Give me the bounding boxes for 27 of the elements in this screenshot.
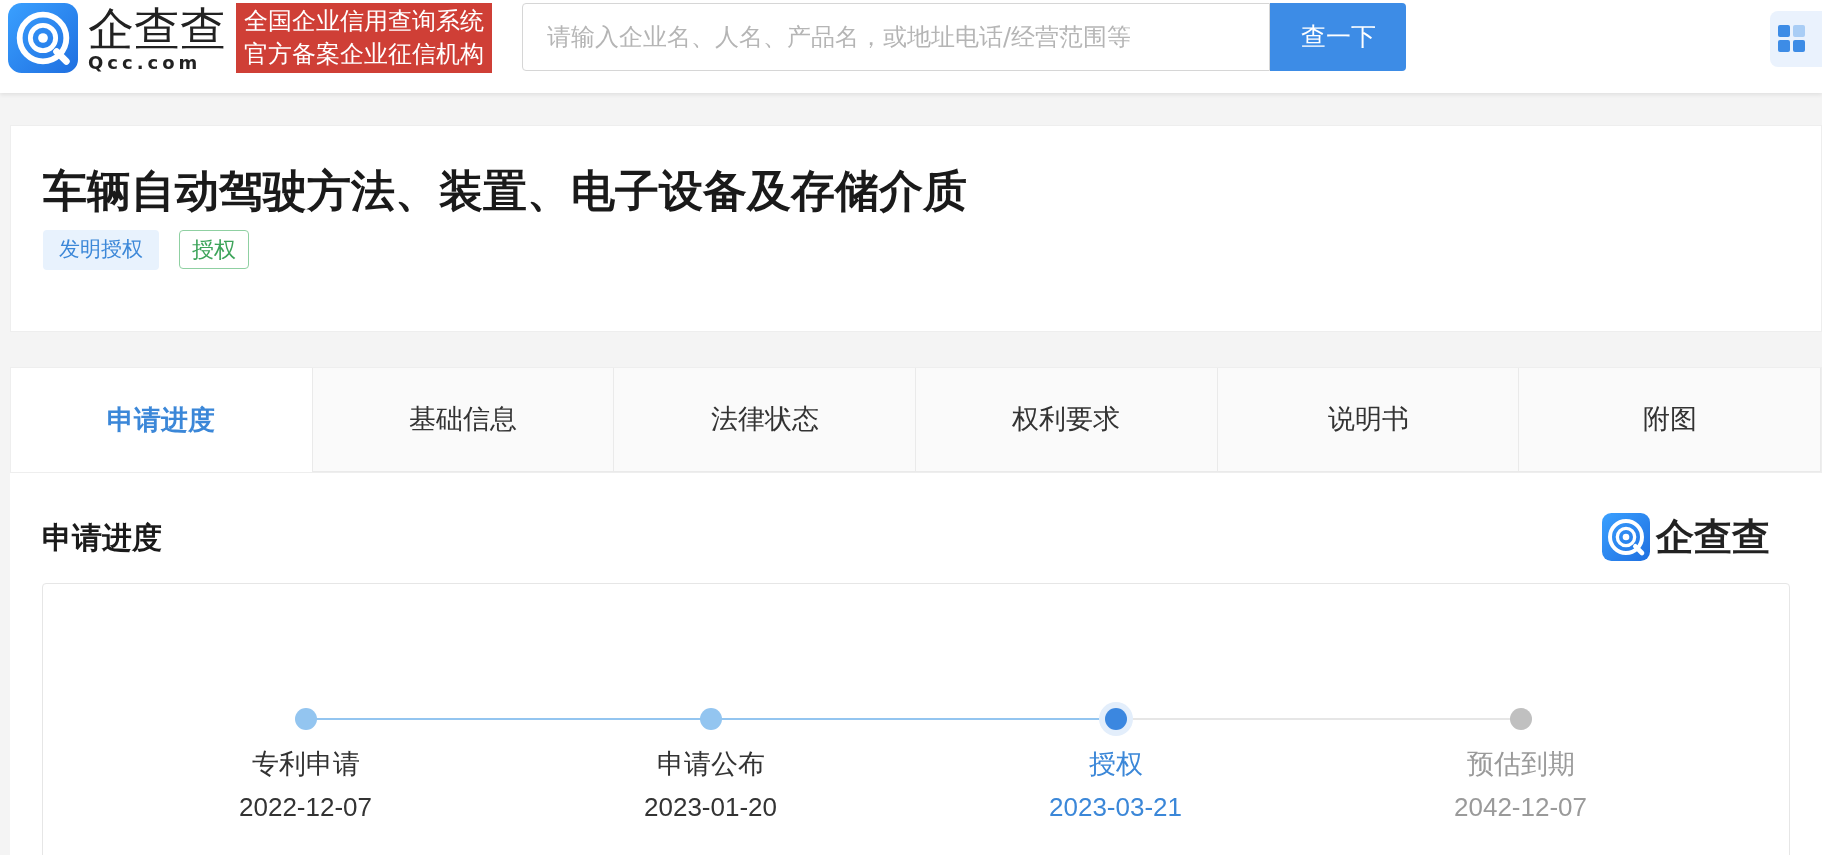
grid-icon — [1778, 25, 1806, 53]
step-label: 申请公布 — [656, 747, 765, 781]
status-tag: 授权 — [179, 230, 249, 270]
tab[interactable]: 权利要求 — [916, 368, 1218, 472]
tab[interactable]: 基础信息 — [312, 368, 615, 472]
status-tag: 发明授权 — [43, 230, 159, 270]
tab[interactable]: 说明书 — [1217, 368, 1520, 472]
step-date: 2023-01-20 — [644, 791, 777, 824]
tab[interactable]: 法律状态 — [614, 368, 916, 472]
patent-title: 车辆自动驾驶方法、装置、电子设备及存储介质 — [43, 166, 968, 216]
step-date: 2023-03-21 — [1049, 791, 1182, 824]
step-label: 专利申请 — [251, 747, 360, 781]
step-label: 授权 — [1088, 747, 1143, 781]
search-field[interactable]: 请输入企业名、人名、产品名，或地址电话/经营范围等 — [522, 3, 1270, 71]
logo-name: 企查查 — [88, 5, 226, 53]
badge-text: 官方备案企业征信机构 — [244, 39, 484, 70]
logo-name: 企查查 — [1656, 514, 1770, 561]
section-title: 申请进度 — [42, 518, 162, 557]
step-date: 2022-12-07 — [239, 791, 372, 824]
tab[interactable]: 附图 — [1519, 368, 1822, 472]
logo-icon — [8, 3, 78, 73]
step-date: 2042-12-07 — [1454, 791, 1587, 824]
logo-icon — [1602, 513, 1650, 561]
step-label: 预估到期 — [1466, 747, 1575, 781]
logo-domain: Qcc.com — [88, 53, 203, 73]
apps-button[interactable] — [1770, 11, 1822, 67]
badge-text: 全国企业信用查询系统 — [244, 6, 484, 37]
